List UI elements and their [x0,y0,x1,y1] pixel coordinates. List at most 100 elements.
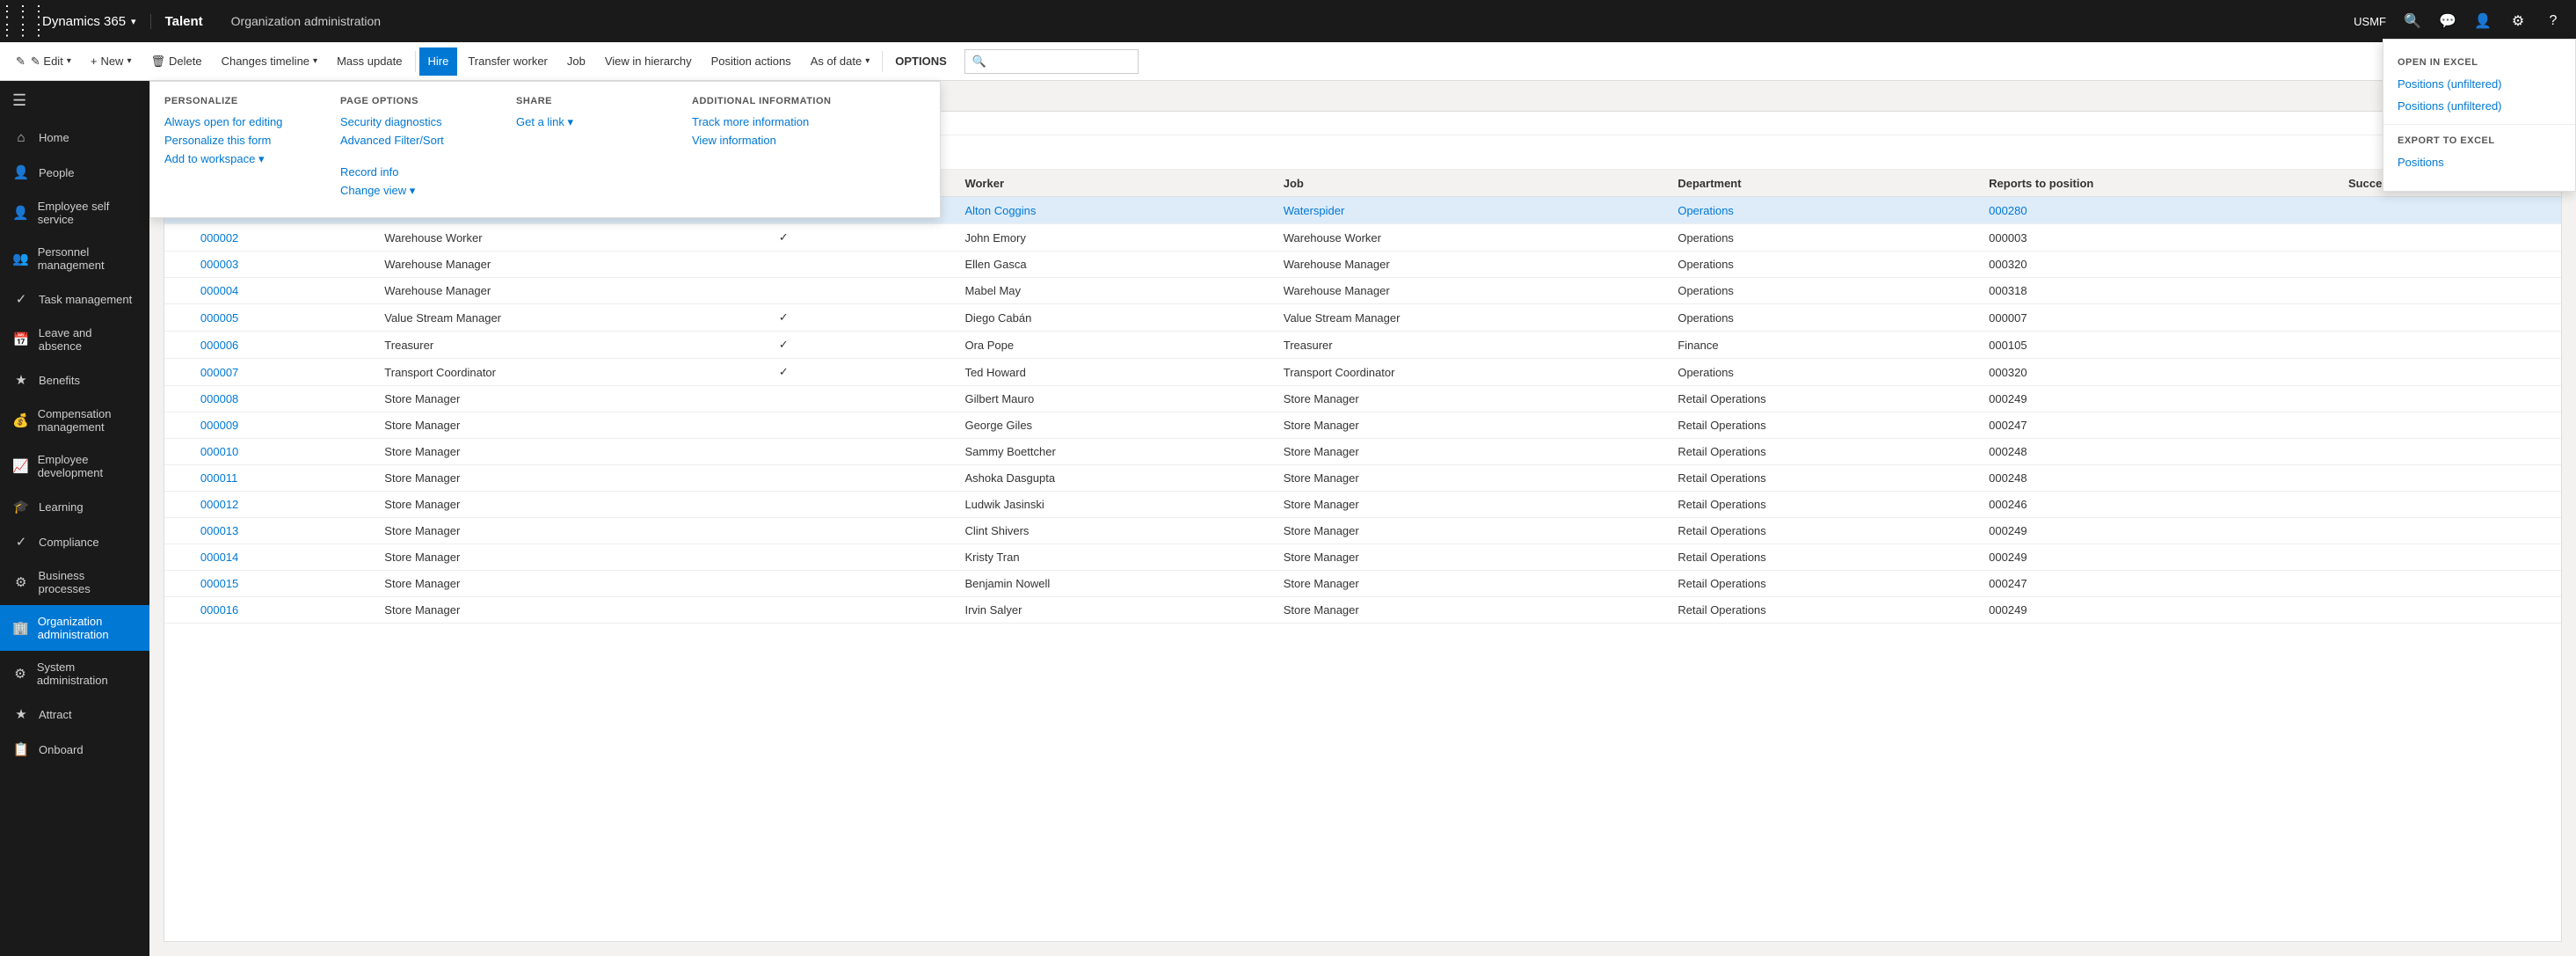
get-link-link[interactable]: Get a link ▾ [516,115,657,129]
as-of-date-button[interactable]: As of date ▾ [802,47,879,76]
help-icon[interactable]: ? [2537,5,2569,37]
sidebar-item-compliance[interactable]: ✓ Compliance [0,524,149,559]
cell-position[interactable]: 000012 [192,492,375,518]
sidebar-item-leave-absence[interactable]: 📅 Leave and absence [0,317,149,362]
cell-reports-to[interactable]: 000280 [1980,197,2340,224]
table-row[interactable]: 000016Store ManagerIrvin SalyerStore Man… [164,597,2561,624]
settings-icon[interactable]: ⚙ [2502,5,2534,37]
sidebar-item-employee-self-service[interactable]: 👤 Employee self service [0,190,149,236]
sidebar-item-benefits[interactable]: ★ Benefits [0,362,149,398]
change-view-link[interactable]: Change view ▾ [340,184,481,198]
cell-position[interactable]: 000011 [192,465,375,492]
row-check[interactable] [164,544,192,571]
transfer-worker-button[interactable]: Transfer worker [459,47,557,76]
sidebar-item-personnel-management[interactable]: 👥 Personnel management [0,236,149,281]
sidebar-item-attract[interactable]: ★ Attract [0,697,149,732]
cell-position[interactable]: 000003 [192,252,375,278]
cell-position[interactable]: 000004 [192,278,375,304]
view-information-link[interactable]: View information [692,134,833,147]
row-check[interactable] [164,465,192,492]
row-check[interactable] [164,439,192,465]
table-row[interactable]: 000005Value Stream Manager✓Diego CabánVa… [164,304,2561,332]
table-row[interactable]: 000011Store ManagerAshoka DasguptaStore … [164,465,2561,492]
position-actions-button[interactable]: Position actions [702,47,800,76]
sidebar-item-onboard[interactable]: 📋 Onboard [0,732,149,767]
table-row[interactable]: 000013Store ManagerClint ShiversStore Ma… [164,518,2561,544]
row-check[interactable] [164,224,192,252]
command-search-input[interactable] [990,55,1131,68]
sidebar-item-employee-dev[interactable]: 📈 Employee development [0,443,149,489]
cell-job[interactable]: Waterspider [1275,197,1670,224]
brand[interactable]: Dynamics 365 ▾ [42,14,150,29]
cell-position[interactable]: 000013 [192,518,375,544]
table-row[interactable]: 000002Warehouse Worker✓John EmoryWarehou… [164,224,2561,252]
table-row[interactable]: 000015Store ManagerBenjamin NowellStore … [164,571,2561,597]
row-check[interactable] [164,518,192,544]
hire-button[interactable]: Hire [419,47,458,76]
leave-icon: 📅 [12,332,30,347]
row-check[interactable] [164,278,192,304]
row-check[interactable] [164,252,192,278]
row-check[interactable] [164,412,192,439]
positions-unfiltered-link-1[interactable]: Positions (unfiltered) [2383,73,2575,95]
sidebar-item-home[interactable]: ⌂ Home [0,120,149,155]
row-check[interactable] [164,597,192,624]
sidebar-item-task-management[interactable]: ✓ Task management [0,281,149,317]
table-row[interactable]: 000003Warehouse ManagerEllen GascaWareho… [164,252,2561,278]
changes-timeline-button[interactable]: Changes timeline ▾ [213,47,326,76]
new-button[interactable]: + New ▾ [82,47,141,76]
cell-position[interactable]: 000008 [192,386,375,412]
cell-department[interactable]: Operations [1669,197,1980,224]
cell-worker[interactable]: Alton Coggins [956,197,1274,224]
cell-position[interactable]: 000005 [192,304,375,332]
chat-icon[interactable]: 💬 [2432,5,2463,37]
view-hierarchy-button[interactable]: View in hierarchy [596,47,701,76]
mass-update-button[interactable]: Mass update [328,47,411,76]
options-button[interactable]: OPTIONS [886,47,956,76]
cell-position[interactable]: 000006 [192,332,375,359]
record-info-link[interactable]: Record info [340,165,481,179]
search-icon[interactable]: 🔍 [2397,5,2428,37]
security-diagnostics-link[interactable]: Security diagnostics [340,115,481,128]
sidebar-item-business-processes[interactable]: ⚙ Business processes [0,559,149,605]
positions-unfiltered-link-2[interactable]: Positions (unfiltered) [2383,95,2575,117]
person-icon[interactable]: 👤 [2467,5,2499,37]
track-more-link[interactable]: Track more information [692,115,833,128]
cell-position[interactable]: 000009 [192,412,375,439]
cell-position[interactable]: 000016 [192,597,375,624]
table-row[interactable]: 000010Store ManagerSammy BoettcherStore … [164,439,2561,465]
sidebar-item-learning[interactable]: 🎓 Learning [0,489,149,524]
edit-button[interactable]: ✎ ✎ Edit ▾ [7,47,80,76]
cell-position[interactable]: 000007 [192,359,375,386]
cell-position[interactable]: 000014 [192,544,375,571]
advanced-filter-link[interactable]: Advanced Filter/Sort [340,134,481,147]
waffle-menu[interactable]: ⋮⋮⋮⋮⋮⋮ [7,5,39,37]
always-open-link[interactable]: Always open for editing [164,115,305,128]
table-row[interactable]: 000007Transport Coordinator✓Ted HowardTr… [164,359,2561,386]
job-button[interactable]: Job [558,47,594,76]
row-check[interactable] [164,571,192,597]
table-row[interactable]: 000008Store ManagerGilbert MauroStore Ma… [164,386,2561,412]
sidebar-item-compensation[interactable]: 💰 Compensation management [0,398,149,443]
add-workspace-link[interactable]: Add to workspace ▾ [164,152,305,166]
sidebar-item-system-admin[interactable]: ⚙ System administration [0,651,149,697]
cell-position[interactable]: 000015 [192,571,375,597]
sidebar-item-people[interactable]: 👤 People [0,155,149,190]
sidebar-item-org-admin[interactable]: 🏢 Organization administration [0,605,149,651]
row-check[interactable] [164,359,192,386]
row-check[interactable] [164,332,192,359]
personalize-form-link[interactable]: Personalize this form [164,134,305,147]
cell-position[interactable]: 000002 [192,224,375,252]
table-row[interactable]: 000014Store ManagerKristy TranStore Mana… [164,544,2561,571]
positions-export-link[interactable]: Positions [2383,151,2575,173]
sidebar-hamburger[interactable]: ☰ [0,81,149,120]
cell-position[interactable]: 000010 [192,439,375,465]
delete-button[interactable]: 🗑 Delete [142,47,210,76]
row-check[interactable] [164,492,192,518]
table-row[interactable]: 000009Store ManagerGeorge GilesStore Man… [164,412,2561,439]
table-row[interactable]: 000006Treasurer✓Ora PopeTreasurerFinance… [164,332,2561,359]
row-check[interactable] [164,386,192,412]
row-check[interactable] [164,304,192,332]
table-row[interactable]: 000012Store ManagerLudwik JasinskiStore … [164,492,2561,518]
table-row[interactable]: 000004Warehouse ManagerMabel MayWarehous… [164,278,2561,304]
